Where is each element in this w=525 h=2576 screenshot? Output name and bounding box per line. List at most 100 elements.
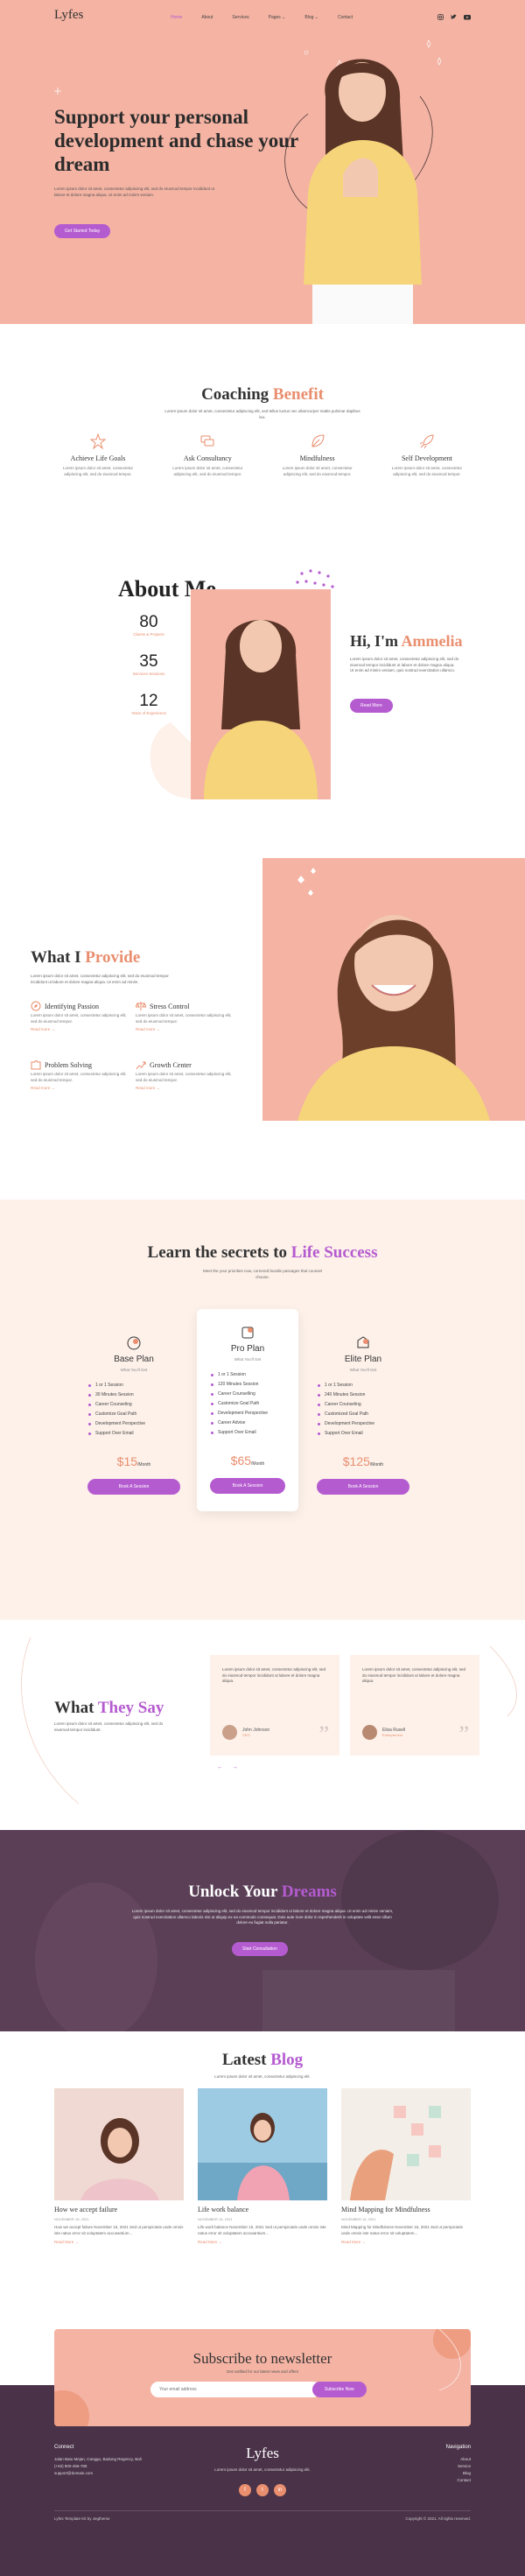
book-session-button[interactable]: Book A Session <box>88 1479 180 1495</box>
menu-item-blog[interactable]: Blog ⌄ <box>304 15 318 20</box>
pricing-title: Learn the secrets to Life Success <box>0 1243 525 1263</box>
testimonial-author: John Johnson CEO <box>222 1725 270 1740</box>
menu-item-contact[interactable]: Contact <box>338 15 353 20</box>
plan-subtitle: What You'll Get <box>120 1368 148 1372</box>
about-read-more-button[interactable]: Read More <box>350 699 393 713</box>
post-read-more[interactable]: Read More → <box>198 2240 327 2244</box>
menu-item-services[interactable]: Services <box>232 15 248 20</box>
plan-features: 1 or 1 Session 240 Minutes Session Caree… <box>318 1381 414 1439</box>
start-consultation-button[interactable]: Start Consultation <box>232 1942 288 1956</box>
testimonial-author: Elisa Rusell Entrepreneur <box>362 1725 405 1740</box>
puzzle-icon <box>31 1060 41 1070</box>
post-excerpt: How we accept failure November 15, 2021 … <box>54 2225 184 2235</box>
unlock-title-accent: Dreams <box>281 1883 337 1901</box>
plan-feature: Customize Goal Path <box>211 1399 290 1409</box>
provide-item-title: Identifying Passion <box>45 1003 99 1010</box>
testimonials-title-plain: What <box>54 1699 94 1717</box>
quote-icon: ” <box>318 1721 329 1747</box>
footer-link-blog[interactable]: Blog <box>383 2470 471 2477</box>
base-plan-icon <box>127 1336 141 1350</box>
book-session-button[interactable]: Book A Session <box>317 1479 410 1495</box>
benefit-text: Lorem ipsum dolor sit amet, consectetur … <box>282 466 353 476</box>
benefit-text: Lorem ipsum dolor sit amet, consectetur … <box>62 466 134 476</box>
footer-phone: (+62) 800-456-789 <box>54 2464 88 2468</box>
blog-posts: How we accept failure NOVEMBER 15, 2021 … <box>54 2088 471 2244</box>
plan-feature: Career Advise <box>211 1418 290 1428</box>
newsletter-email-input[interactable] <box>150 2382 321 2397</box>
footer-heading: Navigation <box>445 2445 471 2450</box>
plan-price-period: /Month <box>251 1461 265 1467</box>
provide-item: Identifying Passion Lorem ipsum dolor si… <box>31 1001 127 1031</box>
plan-feature: 30 Minutes Session <box>88 1390 185 1400</box>
provide-title: What I Provide <box>31 948 140 968</box>
stat-label: Clients & Projects <box>133 632 164 637</box>
pricing-subtitle: Meet the your priorities now, cornered b… <box>202 1269 323 1279</box>
plan-feature: Development Perspective <box>88 1419 185 1429</box>
facebook-icon[interactable]: f <box>239 2484 251 2496</box>
linkedin-icon[interactable]: in <box>274 2484 286 2496</box>
provide-item: Stress Control Lorem ipsum dolor sit ame… <box>136 1002 232 1031</box>
post-read-more[interactable]: Read More → <box>54 2240 184 2244</box>
footer-link-about[interactable]: About <box>383 2456 471 2463</box>
provide-item-text: Lorem ipsum dolor sit amet, consectetur … <box>31 1072 127 1082</box>
post-image[interactable] <box>198 2088 327 2200</box>
next-arrow-icon[interactable]: → <box>232 1764 238 1770</box>
plan-subtitle: What You'll Get <box>234 1357 262 1362</box>
book-session-button[interactable]: Book A Session <box>210 1478 285 1494</box>
benefit-text: Lorem ipsum dolor sit amet, consectetur … <box>172 466 243 476</box>
menu-item-home[interactable]: Home <box>171 15 182 20</box>
footer-email[interactable]: support@domain.com <box>54 2470 150 2477</box>
greeting-name: Ammelia <box>401 632 463 650</box>
provide-item-text: Lorem ipsum dolor sit amet, consectetur … <box>136 1072 232 1082</box>
footer-link-service[interactable]: Service <box>383 2463 471 2470</box>
testimonials-title: What They Say <box>54 1699 164 1718</box>
blog-post: Mind Mapping for Mindfulness NOVEMBER 15… <box>341 2088 471 2244</box>
menu-item-about[interactable]: About <box>201 15 213 20</box>
post-image[interactable] <box>341 2088 471 2200</box>
avatar <box>222 1725 237 1740</box>
plan-features: 1 or 1 Session 30 Minutes Session Career… <box>88 1381 185 1439</box>
plan-feature: Support Over Email <box>88 1429 185 1439</box>
site-logo[interactable]: Lyfes <box>54 8 83 23</box>
benefit-title: Self Development <box>401 454 452 462</box>
carousel-arrows: ← → <box>217 1764 238 1770</box>
twitter-icon[interactable] <box>451 14 457 20</box>
stat-label: Years of Experience <box>130 711 167 715</box>
post-image[interactable] <box>54 2088 184 2200</box>
hero-section: Lyfes Home About Services Pages ⌄ Blog ⌄… <box>0 0 525 324</box>
provide-item-link[interactable]: Read more → <box>31 1027 127 1031</box>
footer-credit: Lyfes Template Kit by Jegtheme <box>54 2516 110 2521</box>
post-title[interactable]: Mind Mapping for Mindfulness <box>341 2206 471 2214</box>
benefit-title: Mindfulness <box>299 454 335 462</box>
blog-title: Latest Blog <box>0 2051 525 2070</box>
provide-woman-image <box>298 868 490 1121</box>
benefit-text: Lorem ipsum dolor sit amet, consectetur … <box>391 466 462 476</box>
main-menu: Home About Services Pages ⌄ Blog ⌄ Conta… <box>171 15 353 20</box>
stat-value: 80 <box>139 613 158 631</box>
provide-item-link[interactable]: Read more → <box>136 1086 232 1090</box>
provide-title-plain: What I <box>31 948 81 967</box>
stat-value: 12 <box>139 692 158 710</box>
twitter-icon[interactable]: t <box>256 2484 269 2496</box>
post-read-more[interactable]: Read More → <box>341 2240 471 2244</box>
pricing-plans: Base Plan What You'll Get 1 or 1 Session… <box>83 1309 442 1589</box>
footer-link-contact[interactable]: Contact <box>383 2477 471 2484</box>
provide-item-link[interactable]: Read more → <box>136 1027 232 1031</box>
post-title[interactable]: Life work balance <box>198 2206 327 2214</box>
provide-item: Problem Solving Lorem ipsum dolor sit am… <box>31 1060 127 1090</box>
coaching-title-accent: Benefit <box>272 385 324 404</box>
testimonial-quote: Lorem ipsum dolor sit amet, consectetur … <box>222 1667 326 1683</box>
footer-section: Subscribe to newsletter Get notified for… <box>0 2329 525 2576</box>
instagram-icon[interactable] <box>438 14 444 20</box>
get-started-button[interactable]: Get Started Today <box>54 224 111 238</box>
newsletter-decoration <box>54 2329 471 2426</box>
menu-item-pages[interactable]: Pages ⌄ <box>269 15 286 20</box>
unlock-section: Unlock Your Dreams Lorem ipsum dolor sit… <box>0 1830 525 2031</box>
youtube-icon[interactable] <box>464 14 471 20</box>
subscribe-button[interactable]: Subscribe Now <box>312 2382 367 2397</box>
provide-item-link[interactable]: Read more → <box>31 1086 127 1090</box>
prev-arrow-icon[interactable]: ← <box>217 1764 223 1770</box>
post-title[interactable]: How we accept failure <box>54 2206 184 2214</box>
post-thumbnail <box>54 2088 184 2200</box>
plan-price: $15/Month <box>83 1454 185 1468</box>
